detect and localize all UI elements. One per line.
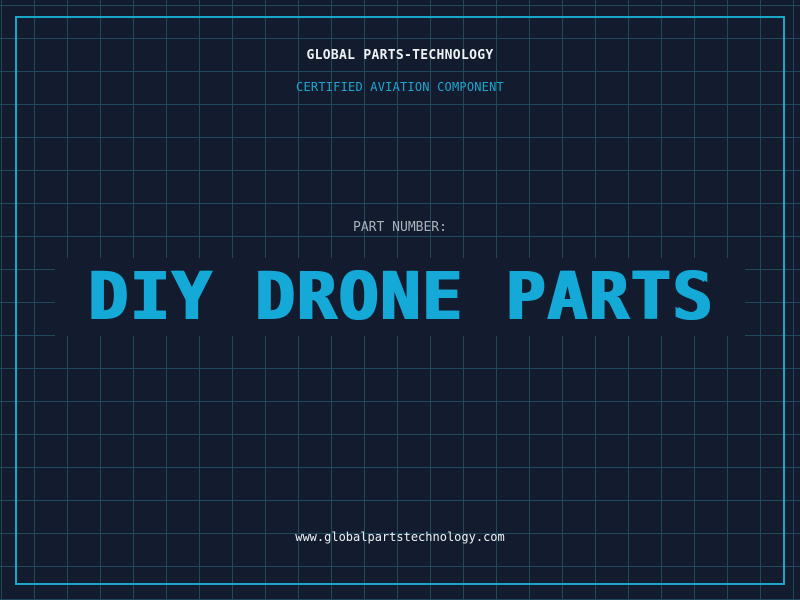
certificate-canvas: GLOBAL PARTS-TECHNOLOGY CERTIFIED AVIATI…: [0, 0, 800, 600]
part-number-value: DIY DRONE PARTS: [86, 258, 714, 335]
part-number-label: PART NUMBER:: [353, 220, 447, 235]
website-url: www.globalpartstechnology.com: [295, 530, 505, 544]
part-number-panel: DIY DRONE PARTS: [55, 258, 745, 336]
certification-subtitle: CERTIFIED AVIATION COMPONENT: [296, 80, 504, 94]
company-name: GLOBAL PARTS-TECHNOLOGY: [306, 48, 494, 63]
